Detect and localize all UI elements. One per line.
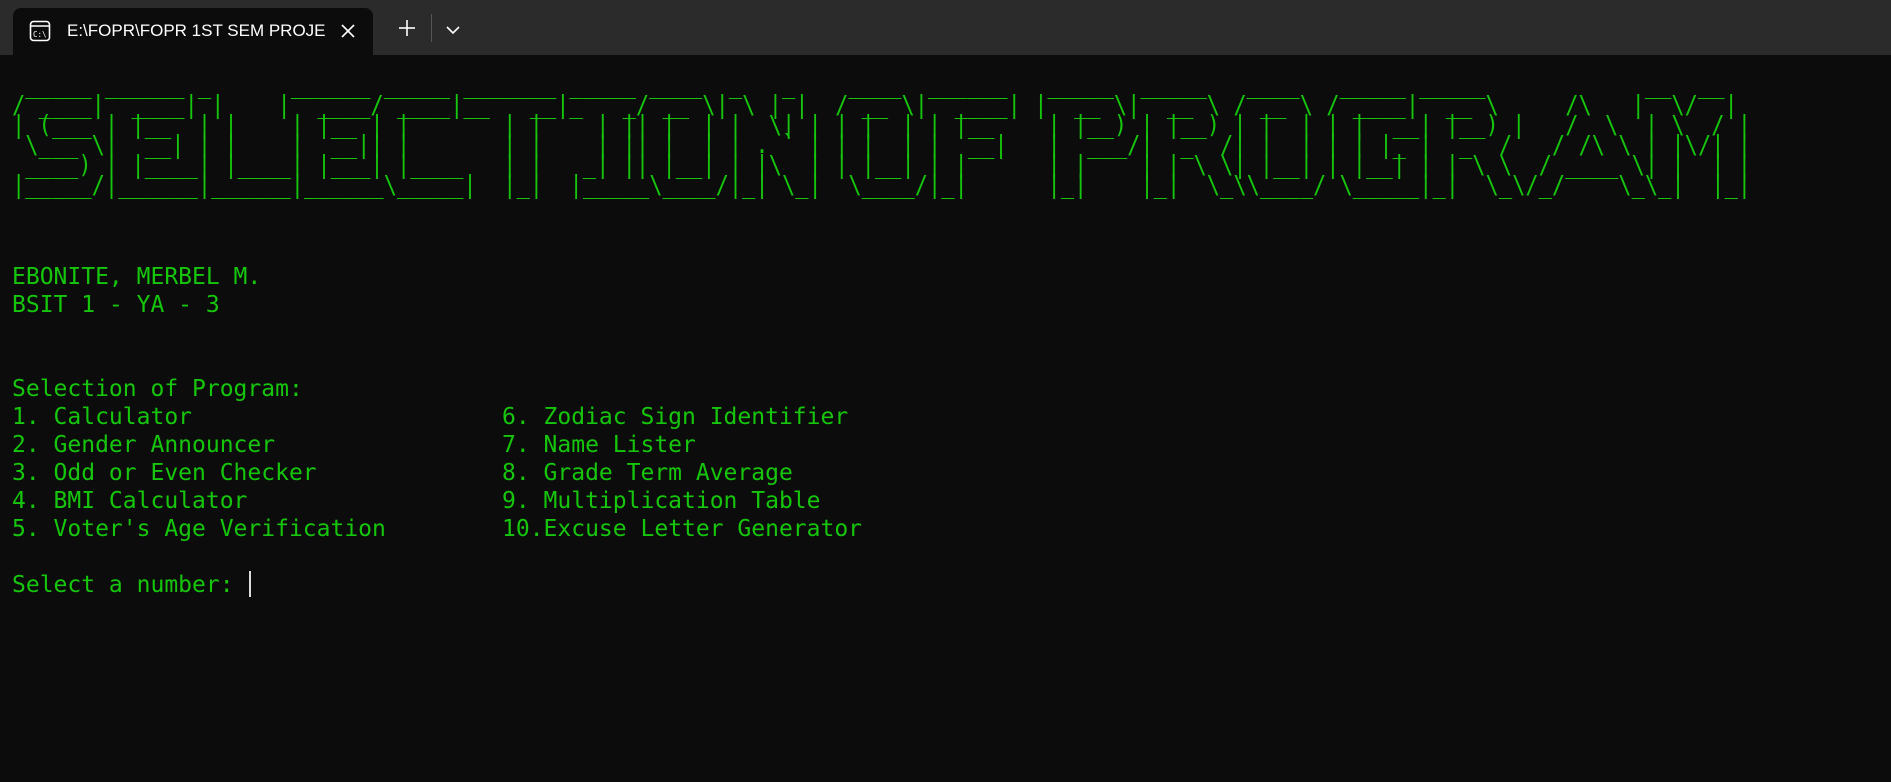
input-prompt: Select a number:: [12, 572, 248, 598]
tab-active[interactable]: C:\ E:\FOPR\FOPR 1ST SEM PROJECT: [13, 8, 373, 55]
menu-option: 9. Multiplication Table: [502, 488, 821, 514]
menu-option: 4. BMI Calculator: [12, 488, 248, 514]
terminal-icon: C:\: [29, 20, 51, 42]
menu-option: 2. Gender Announcer: [12, 432, 276, 458]
terminal-window: C:\ E:\FOPR\FOPR 1ST SEM PROJECT _____ _…: [0, 0, 1891, 782]
menu-option: 8. Grade Term Average: [502, 460, 793, 486]
chevron-down-icon[interactable]: [441, 18, 465, 42]
tab-divider: [431, 14, 432, 42]
menu-heading: Selection of Program:: [12, 376, 303, 402]
terminal-output[interactable]: _____ ______ _ ______ _____ _______ ____…: [0, 55, 1891, 782]
menu-option: 6. Zodiac Sign Identifier: [502, 404, 849, 430]
ascii-banner: _____ ______ _ ______ _____ _______ ____…: [12, 70, 1752, 199]
close-icon[interactable]: [339, 22, 357, 40]
menu-option: 5. Voter's Age Verification: [12, 516, 386, 542]
student-name: EBONITE, MERBEL M.: [12, 264, 262, 290]
student-section: BSIT 1 - YA - 3: [12, 292, 220, 318]
menu-option: 1. Calculator: [12, 404, 193, 430]
text-cursor[interactable]: [249, 571, 251, 597]
plus-icon[interactable]: [395, 16, 419, 40]
svg-text:C:\: C:\: [33, 30, 47, 39]
menu-option: 10.Excuse Letter Generator: [502, 516, 863, 542]
tab-bar: C:\ E:\FOPR\FOPR 1ST SEM PROJECT: [0, 0, 1891, 55]
menu-option: 7. Name Lister: [502, 432, 696, 458]
menu-option: 3. Odd or Even Checker: [12, 460, 317, 486]
tab-title: E:\FOPR\FOPR 1ST SEM PROJECT: [67, 21, 325, 40]
